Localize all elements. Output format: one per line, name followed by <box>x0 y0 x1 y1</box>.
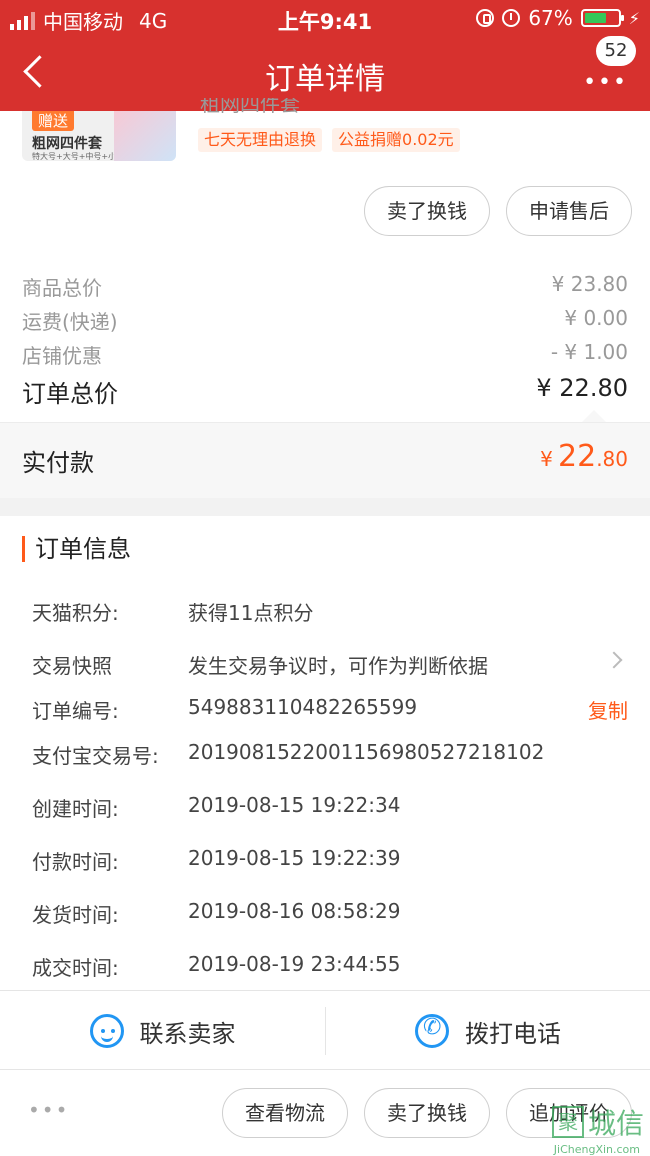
more-menu-button[interactable]: 52 ••• <box>583 36 636 106</box>
info-label: 支付宝交易号: <box>32 744 159 768</box>
order-total-label: 订单总价 <box>22 380 118 408</box>
status-right: 67% ⚡ <box>476 6 640 30</box>
battery-fill <box>584 13 607 23</box>
watermark-text: 城信 <box>587 1107 644 1140</box>
service-tag-charity: 公益捐赠0.02元 <box>332 128 460 152</box>
nav-bar: 订单详情 52 ••• <box>0 36 650 111</box>
contact-seller-button[interactable]: 联系卖家 <box>0 991 325 1071</box>
info-value: 2019-08-15 19:22:34 <box>188 793 401 817</box>
info-label: 交易快照 <box>32 654 112 678</box>
page-title: 订单详情 <box>265 62 385 97</box>
alarm-icon <box>502 9 521 27</box>
product-thumbnail[interactable]: 赠送 粗网四件套 特大号+大号+中号+小号 <box>22 111 176 161</box>
after-sale-button[interactable]: 申请售后 <box>506 186 632 236</box>
status-bar: 中国移动 4G 上午9:41 67% ⚡ <box>0 0 650 36</box>
info-label: 付款时间: <box>32 850 119 874</box>
thumbnail-subtitle: 特大号+大号+中号+小号 <box>32 152 125 161</box>
summary-row-discount: 店铺优惠 - ¥ 1.00 <box>22 340 628 369</box>
more-actions-button[interactable]: ••• <box>28 1098 69 1122</box>
summary-value: - ¥ 1.00 <box>550 340 628 364</box>
resell-button[interactable]: 卖了换钱 <box>364 186 490 236</box>
summary-label: 运费(快递) <box>22 310 118 334</box>
info-label: 成交时间: <box>32 956 119 980</box>
summary-label: 商品总价 <box>22 276 102 300</box>
charging-icon: ⚡ <box>628 8 640 28</box>
summary-row-goods: 商品总价 ¥ 23.80 <box>22 272 628 301</box>
paid-currency: ¥ <box>540 447 553 471</box>
paid-label: 实付款 <box>22 449 94 477</box>
orientation-lock-icon <box>476 9 495 27</box>
paid-decimal: .80 <box>596 447 628 471</box>
watermark-logo: 聚 <box>551 1106 584 1138</box>
summary-row-shipping: 运费(快递) ¥ 0.00 <box>22 306 628 335</box>
summary-label: 店铺优惠 <box>22 344 102 368</box>
info-value: 2019081522001156980527218102 <box>188 740 545 764</box>
more-dots-icon: ••• <box>583 70 628 95</box>
thumbnail-title: 粗网四件套 <box>32 136 102 152</box>
product-name[interactable]: 租网四件套 <box>200 98 300 116</box>
paid-integer: 22 <box>558 439 597 474</box>
info-value: 549883110482265599 <box>188 695 418 719</box>
pointer-arrow <box>582 410 606 422</box>
call-phone-button[interactable]: 拨打电话 <box>325 1007 650 1055</box>
summary-value: ¥ 23.80 <box>551 272 628 296</box>
battery-icon <box>580 9 624 27</box>
gift-tag: 赠送 <box>32 111 75 131</box>
info-value: 2019-08-16 08:58:29 <box>188 899 401 923</box>
paid-value: ¥ 22.80 <box>540 439 628 474</box>
service-tags: 七天无理由退换 公益捐赠0.02元 <box>198 128 460 152</box>
contact-bar: 联系卖家 拨打电话 <box>0 990 650 1070</box>
battery-percent: 67% <box>528 6 573 30</box>
summary-value: ¥ 0.00 <box>564 306 628 330</box>
phone-icon <box>415 1014 449 1048</box>
message-count-badge: 52 <box>596 36 636 66</box>
contact-seller-label: 联系卖家 <box>139 1019 236 1048</box>
resell-button-bottom[interactable]: 卖了换钱 <box>364 1088 490 1138</box>
item-action-row: 卖了换钱 申请售后 <box>364 186 632 236</box>
service-tag-return: 七天无理由退换 <box>198 128 323 152</box>
section-divider <box>0 498 650 516</box>
product-photo <box>114 111 176 161</box>
info-label: 订单编号: <box>32 699 119 723</box>
chat-smile-icon <box>89 1014 124 1048</box>
copy-order-number-button[interactable]: 复制 <box>588 695 628 724</box>
order-total-row: 订单总价 ¥ 22.80 <box>22 374 628 409</box>
info-value: 2019-08-15 19:22:39 <box>188 846 401 870</box>
info-label: 天猫积分: <box>32 601 119 625</box>
info-value: 获得11点积分 <box>188 601 314 625</box>
info-value: 2019-08-19 23:44:55 <box>188 952 401 976</box>
site-watermark: 聚 城信 JiChengXin.com <box>551 1102 644 1156</box>
order-total-value: ¥ 22.80 <box>536 374 628 402</box>
top-header: 中国移动 4G 上午9:41 67% ⚡ 订单详情 52 ••• <box>0 0 650 111</box>
paid-amount-row: 实付款 ¥ 22.80 <box>0 422 650 498</box>
call-phone-label: 拨打电话 <box>465 1019 561 1048</box>
watermark-url: JiChengXin.com <box>553 1143 640 1156</box>
order-info-title: 订单信息 <box>22 536 131 562</box>
info-label: 发货时间: <box>32 903 119 927</box>
info-label: 创建时间: <box>32 797 119 821</box>
view-logistics-button[interactable]: 查看物流 <box>222 1088 348 1138</box>
chevron-right-icon <box>605 651 623 669</box>
info-value: 发生交易争议时，可作为判断依据 <box>188 654 488 678</box>
